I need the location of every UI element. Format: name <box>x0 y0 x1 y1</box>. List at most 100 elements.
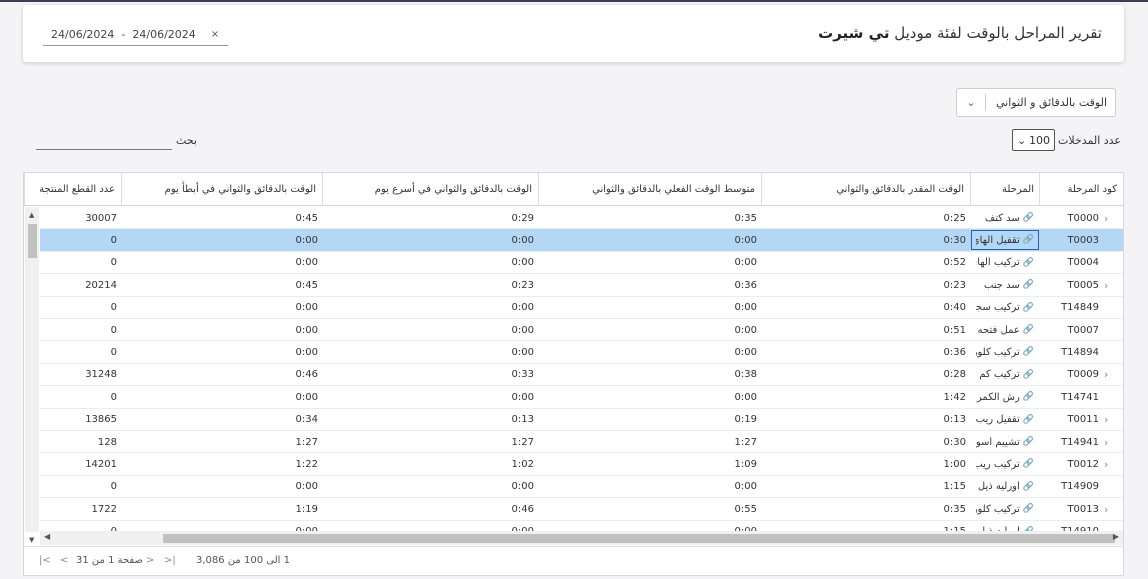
column-header-est[interactable]: الوقت المقدر بالدقائق والثواني <box>761 173 970 206</box>
table-row[interactable]: T14910🔗اورليه ذيل وجنب1:150:000:000:000 <box>40 521 1123 531</box>
cell-est: 0:35 <box>943 503 966 515</box>
stage-name: تركيب كم <box>979 369 1020 381</box>
table-row[interactable]: T0007 🔗عمل فتحه الحلق 0:51 0:00 0:00 0:00 0 <box>40 319 1123 342</box>
link-icon[interactable]: 🔗 <box>1023 258 1034 268</box>
cell-avg: 1:27 <box>734 436 757 448</box>
cell-slow: 0:00 <box>295 234 318 246</box>
link-icon[interactable]: 🔗 <box>1023 280 1034 290</box>
cell-qty: 0 <box>110 257 117 269</box>
table-row[interactable]: T14894 🔗تركيب كلوريت 0:36 0:00 0:00 0:00 0 <box>40 341 1123 364</box>
column-header-code[interactable]: كود المرحلة <box>1039 173 1123 206</box>
scrollbar-thumb[interactable] <box>163 534 1115 543</box>
link-icon[interactable]: 🔗 <box>1023 235 1034 245</box>
table-row[interactable]: T0004 🔗تركيب الهاي كول 0:52 0:00 0:00 0:00 0 <box>40 252 1123 275</box>
cell-stage[interactable]: 🔗عمل فتحه الحلق <box>970 319 1040 341</box>
cell-stage[interactable]: 🔗تركيب كلوريت <box>970 498 1040 520</box>
time-unit-dropdown[interactable]: الوقت بالدقائق و الثواني ⌄ <box>956 88 1116 117</box>
cell-stage[interactable]: 🔗تركيب كلوريت <box>970 341 1040 363</box>
link-icon[interactable]: 🔗 <box>1023 392 1034 402</box>
scroll-right-icon[interactable]: ▶ <box>1113 532 1119 541</box>
last-page-button[interactable]: >| <box>164 555 176 566</box>
title-prefix: تقرير المراحل بالوقت لفئة موديل <box>894 24 1102 42</box>
cell-avg: 0:00 <box>734 391 757 403</box>
table-row[interactable]: › T0009 🔗 تركيب كم 0:28 0:38 0:33 0:46 31248 <box>40 364 1123 387</box>
expand-row-icon[interactable]: › <box>1104 364 1108 386</box>
date-from[interactable]: 24/06/2024 <box>51 28 114 41</box>
search-input[interactable] <box>36 149 172 150</box>
cell-stage[interactable]: 🔗اورليه ذيل وجنب <box>970 521 1040 531</box>
cell-code: T14909 <box>1061 481 1099 493</box>
cell-slow: 0:00 <box>295 346 318 358</box>
clear-date-icon[interactable]: × <box>211 29 219 40</box>
cell-stage[interactable]: 🔗 تركيب كم <box>970 364 1040 386</box>
horizontal-scrollbar[interactable]: ◀ ▶ <box>40 531 1123 545</box>
link-icon[interactable]: 🔗 <box>1023 415 1034 425</box>
expand-row-icon[interactable]: › <box>1104 274 1108 296</box>
scroll-down-icon[interactable]: ▼ <box>29 536 34 544</box>
link-icon[interactable]: 🔗 <box>1023 325 1034 335</box>
scroll-up-icon[interactable]: ▲ <box>29 211 34 219</box>
link-icon[interactable]: 🔗 <box>1023 437 1034 447</box>
table-row[interactable]: › T0005 🔗 سد جنب 0:23 0:36 0:23 0:45 20214 <box>40 274 1123 297</box>
cell-stage[interactable]: 🔗اورليه ذيل وجنب <box>970 476 1040 498</box>
column-header-avg[interactable]: متوسط الوقت الفعلي بالدقائق والثواني <box>538 173 761 206</box>
table-row[interactable]: › T14941 🔗تشييم اسوره 0:30 1:27 1:27 1:27 128 <box>40 431 1123 454</box>
cell-stage[interactable]: 🔗تركيب الهاي كول <box>970 252 1040 274</box>
stage-name: تركيب سجافة <box>975 302 1020 314</box>
cell-stage[interactable]: 🔗تركيب ريب الرقبة <box>970 453 1040 475</box>
expand-row-icon[interactable]: › <box>1104 431 1108 453</box>
table-row[interactable]: › T0011 🔗تقفيل ريب الرقبة 0:13 0:19 0:13 0:34 1… <box>40 409 1123 431</box>
date-to[interactable]: 24/06/2024 <box>132 28 195 41</box>
cell-avg: 0:35 <box>734 212 757 224</box>
expand-row-icon[interactable]: › <box>1104 409 1108 431</box>
cell-avg: 0:00 <box>734 346 757 358</box>
column-header-qty[interactable]: عدد القطع المنتجة <box>24 173 121 206</box>
expand-row-icon[interactable]: › <box>1104 207 1108 229</box>
date-range-picker[interactable]: 24/06/2024 - 24/06/2024 × <box>43 24 228 46</box>
scroll-left-icon[interactable]: ◀ <box>44 532 50 541</box>
cell-stage[interactable]: 🔗 سد كتف <box>970 207 1040 229</box>
link-icon[interactable]: 🔗 <box>1023 482 1034 492</box>
table-row[interactable]: T14741 🔗 رش الكمر 1:42 0:00 0:00 0:00 0 <box>40 386 1123 409</box>
table-row[interactable]: › T0012 🔗تركيب ريب الرقبة 1:00 1:09 1:02 1:22 1… <box>40 453 1123 476</box>
entries-select[interactable]: ⌄ 100 <box>1012 129 1055 151</box>
table-row[interactable]: T14849 🔗تركيب سجافة 0:40 0:00 0:00 0:00 0 <box>40 297 1123 319</box>
link-icon[interactable]: 🔗 <box>1023 370 1034 380</box>
cell-stage[interactable]: 🔗تركيب سجافة <box>970 297 1040 319</box>
cell-qty: 0 <box>110 346 117 358</box>
cell-stage[interactable]: 🔗تشييم اسوره <box>970 431 1040 453</box>
expand-row-icon[interactable]: › <box>1104 453 1108 475</box>
table-row[interactable]: T0003 🔗تقفيل الهاي كول 0:30 0:00 0:00 0:00 0 <box>40 229 1123 252</box>
cell-stage[interactable]: 🔗 سد جنب <box>970 274 1040 296</box>
cell-code: T0003 <box>1067 234 1099 246</box>
top-accent-bar <box>0 0 1148 2</box>
link-icon[interactable]: 🔗 <box>1023 459 1034 469</box>
next-page-button[interactable]: > <box>146 555 154 566</box>
prev-page-button[interactable]: < <box>60 555 68 566</box>
scrollbar-thumb[interactable] <box>28 224 37 258</box>
vertical-scrollbar[interactable]: ▲ ▼ <box>25 207 39 544</box>
cell-stage[interactable]: 🔗تقفيل ريب الرقبة <box>970 409 1040 431</box>
link-icon[interactable]: 🔗 <box>1023 504 1034 514</box>
link-icon[interactable]: 🔗 <box>1023 213 1034 223</box>
table-row[interactable]: T14909 🔗اورليه ذيل وجنب 1:15 0:00 0:00 0:00 0 <box>40 476 1123 499</box>
column-header-slow[interactable]: الوقت بالدقائق والثواني في أبطأ يوم <box>121 173 322 206</box>
cell-stage[interactable]: 🔗 رش الكمر <box>970 386 1040 408</box>
link-icon[interactable]: 🔗 <box>1023 303 1034 313</box>
cell-est: 0:23 <box>943 279 966 291</box>
cell-slow: 1:22 <box>295 458 318 470</box>
expand-row-icon[interactable]: › <box>1104 498 1108 520</box>
chevron-down-icon[interactable]: ⌄ <box>957 96 985 109</box>
cell-slow: 1:27 <box>295 436 318 448</box>
cell-avg: 0:00 <box>734 234 757 246</box>
table-row[interactable]: › T0000 🔗 سد كتف 0:25 0:35 0:29 0:45 30007 <box>40 207 1123 230</box>
link-icon[interactable]: 🔗 <box>1023 347 1034 357</box>
grid-body: › T0000 🔗 سد كتف 0:25 0:35 0:29 0:45 30007 T0003 🔗… <box>40 207 1123 531</box>
cell-est: 0:30 <box>943 436 966 448</box>
first-page-button[interactable]: |< <box>39 555 51 566</box>
stage-name: سد كتف <box>984 212 1020 224</box>
column-header-stage[interactable]: المرحلة <box>970 173 1040 206</box>
column-header-fast[interactable]: الوقت بالدقائق والثواني في أسرع يوم <box>322 173 538 206</box>
table-row[interactable]: › T0013 🔗تركيب كلوريت 0:35 0:55 0:46 1:19 1722 <box>40 498 1123 521</box>
cell-stage[interactable]: 🔗تقفيل الهاي كول <box>970 229 1040 251</box>
